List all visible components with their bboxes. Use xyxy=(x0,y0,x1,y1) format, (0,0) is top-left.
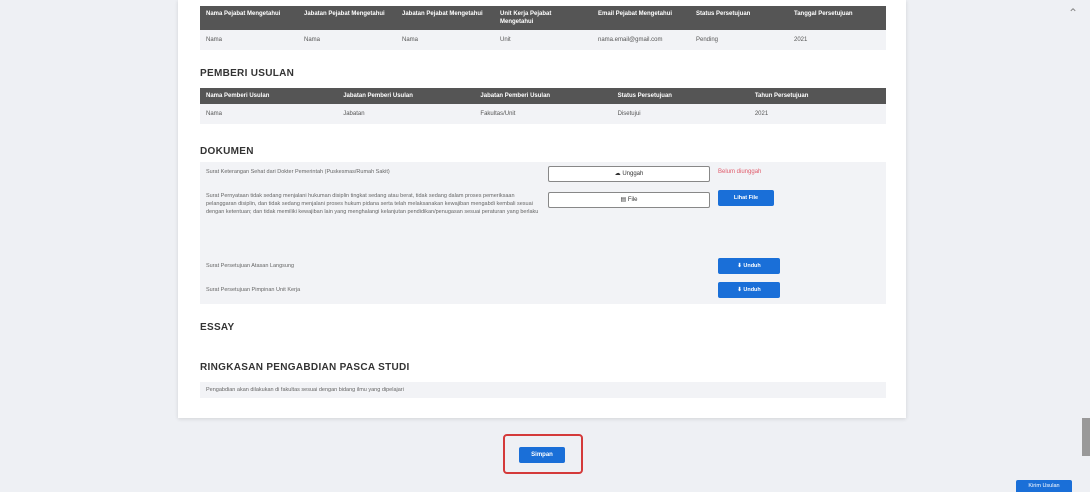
form-card: Nama Pejabat Mengetahui Jabatan Pejabat … xyxy=(178,0,906,418)
dokumen-item-text: Surat Keterangan Sehat dari Dokter Pemer… xyxy=(206,169,390,175)
table-cell: Pending xyxy=(696,37,719,43)
table-cell: Unit xyxy=(500,37,511,43)
table-cell: Nama xyxy=(402,37,419,43)
header-cell: Jabatan Pemberi Usulan xyxy=(343,93,413,99)
unduh-label: Unduh xyxy=(743,263,761,269)
upload-icon: ☁ xyxy=(614,171,621,177)
scrollbar-thumb[interactable] xyxy=(1082,418,1090,456)
download-icon: ⬇ xyxy=(737,263,742,269)
upload-label: Unggah xyxy=(622,171,644,177)
unduh-button[interactable]: ⬇ Unduh xyxy=(718,258,780,274)
table-row: Nama Jabatan Fakultas/Unit Disetujui 202… xyxy=(200,104,886,124)
section-title-dokumen: DOKUMEN xyxy=(200,146,254,157)
table-cell: Jabatan xyxy=(343,111,365,117)
upload-file-input[interactable]: ☁ Unggah xyxy=(548,166,710,182)
header-cell: Nama Pemberi Usulan xyxy=(206,93,270,99)
file-icon: ▤ xyxy=(620,197,627,203)
kirim-usulan-button[interactable]: Kirim Usulan xyxy=(1016,480,1072,492)
header-cell: Nama Pejabat Mengetahui xyxy=(206,11,281,17)
section-title-essay: ESSAY xyxy=(200,322,235,333)
table-cell: Nama xyxy=(206,37,223,43)
header-cell: Status Persetujuan xyxy=(617,93,672,99)
table-header: Nama Pemberi Usulan Jabatan Pemberi Usul… xyxy=(200,88,886,104)
dokumen-item-text: Surat Persetujuan Atasan Langsung xyxy=(206,263,295,269)
table-cell: Disetujui xyxy=(617,111,641,117)
submit-button[interactable]: Simpan xyxy=(519,447,565,463)
header-cell: Jabatan Pejabat Mengetahui xyxy=(402,11,483,17)
ringkasan-text: Pengabdian akan dilakukan di fakultas se… xyxy=(200,382,886,398)
dokumen-item-text: Surat Persetujuan Pimpinan Unit Kerja xyxy=(206,287,301,293)
table-cell: Nama xyxy=(206,111,223,117)
upload-error-text: Belum diunggah xyxy=(718,169,762,175)
header-cell: Tahun Persetujuan xyxy=(754,93,809,99)
table-header: Nama Pejabat Mengetahui Jabatan Pejabat … xyxy=(200,6,886,30)
dokumen-item-text: Surat Pernyataan tidak sedang menjalani … xyxy=(206,193,539,215)
submit-highlight: Simpan xyxy=(503,434,583,474)
lihat-file-button[interactable]: Lihat File xyxy=(718,190,774,206)
unduh-button[interactable]: ⬇ Unduh xyxy=(718,282,780,298)
dokumen-list: Surat Keterangan Sehat dari Dokter Pemer… xyxy=(200,162,886,304)
download-icon: ⬇ xyxy=(737,287,742,293)
table-cell: nama.email@gmail.com xyxy=(598,37,663,43)
pejabat-table: Nama Pejabat Mengetahui Jabatan Pejabat … xyxy=(200,6,886,50)
header-cell: Unit Kerja Pejabat Mengetahui xyxy=(500,11,552,25)
file-label: File xyxy=(627,197,638,203)
table-cell: 2021 xyxy=(794,37,808,43)
section-title-pemberi-usulan: PEMBERI USULAN xyxy=(200,68,295,79)
header-cell: Tanggal Persetujuan xyxy=(794,11,853,17)
header-cell: Status Persetujuan xyxy=(696,11,751,17)
scroll-up-icon[interactable]: ⌃ xyxy=(1068,6,1078,20)
section-title-ringkasan: RINGKASAN PENGABDIAN PASCA STUDI xyxy=(200,362,410,373)
table-cell: Fakultas/Unit xyxy=(480,111,516,117)
table-cell: 2021 xyxy=(754,111,769,117)
unduh-label: Unduh xyxy=(743,287,761,293)
header-cell: Email Pejabat Mengetahui xyxy=(598,11,673,17)
header-cell: Jabatan Pemberi Usulan xyxy=(480,93,551,99)
file-input[interactable]: ▤ File xyxy=(548,192,710,208)
table-cell: Nama xyxy=(304,37,321,43)
header-cell: Jabatan Pejabat Mengetahui xyxy=(304,11,385,17)
pemberi-usulan-table: Nama Pemberi Usulan Jabatan Pemberi Usul… xyxy=(200,88,886,124)
table-row: Nama Nama Nama Unit nama.email@gmail.com… xyxy=(200,30,886,50)
